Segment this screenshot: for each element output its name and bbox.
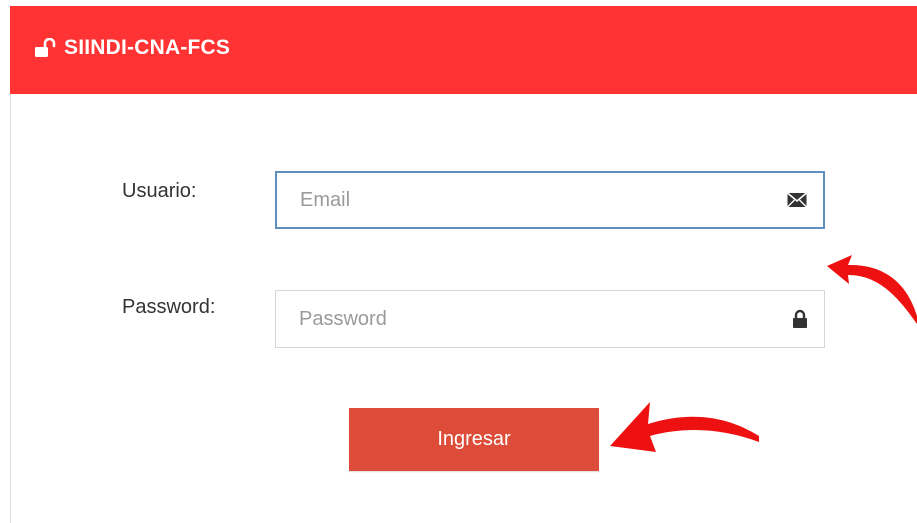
annotation-arrow-email <box>827 255 917 324</box>
envelope-icon <box>787 192 807 208</box>
header-title-row: SIINDI-CNA-FCS <box>34 36 230 60</box>
email-input[interactable] <box>277 173 823 227</box>
annotation-arrow-button <box>610 402 759 452</box>
password-field[interactable] <box>275 290 825 348</box>
login-page: SIINDI-CNA-FCS Usuario: Password: Ingres… <box>0 0 917 523</box>
login-header: SIINDI-CNA-FCS <box>10 6 917 94</box>
usuario-label: Usuario: <box>122 180 197 202</box>
email-field[interactable] <box>275 171 825 229</box>
app-title: SIINDI-CNA-FCS <box>64 36 231 59</box>
unlock-icon <box>35 38 56 57</box>
lock-icon <box>792 309 808 329</box>
ingresar-button[interactable]: Ingresar <box>349 408 599 471</box>
password-input[interactable] <box>276 291 824 347</box>
password-label: Password: <box>122 296 216 318</box>
